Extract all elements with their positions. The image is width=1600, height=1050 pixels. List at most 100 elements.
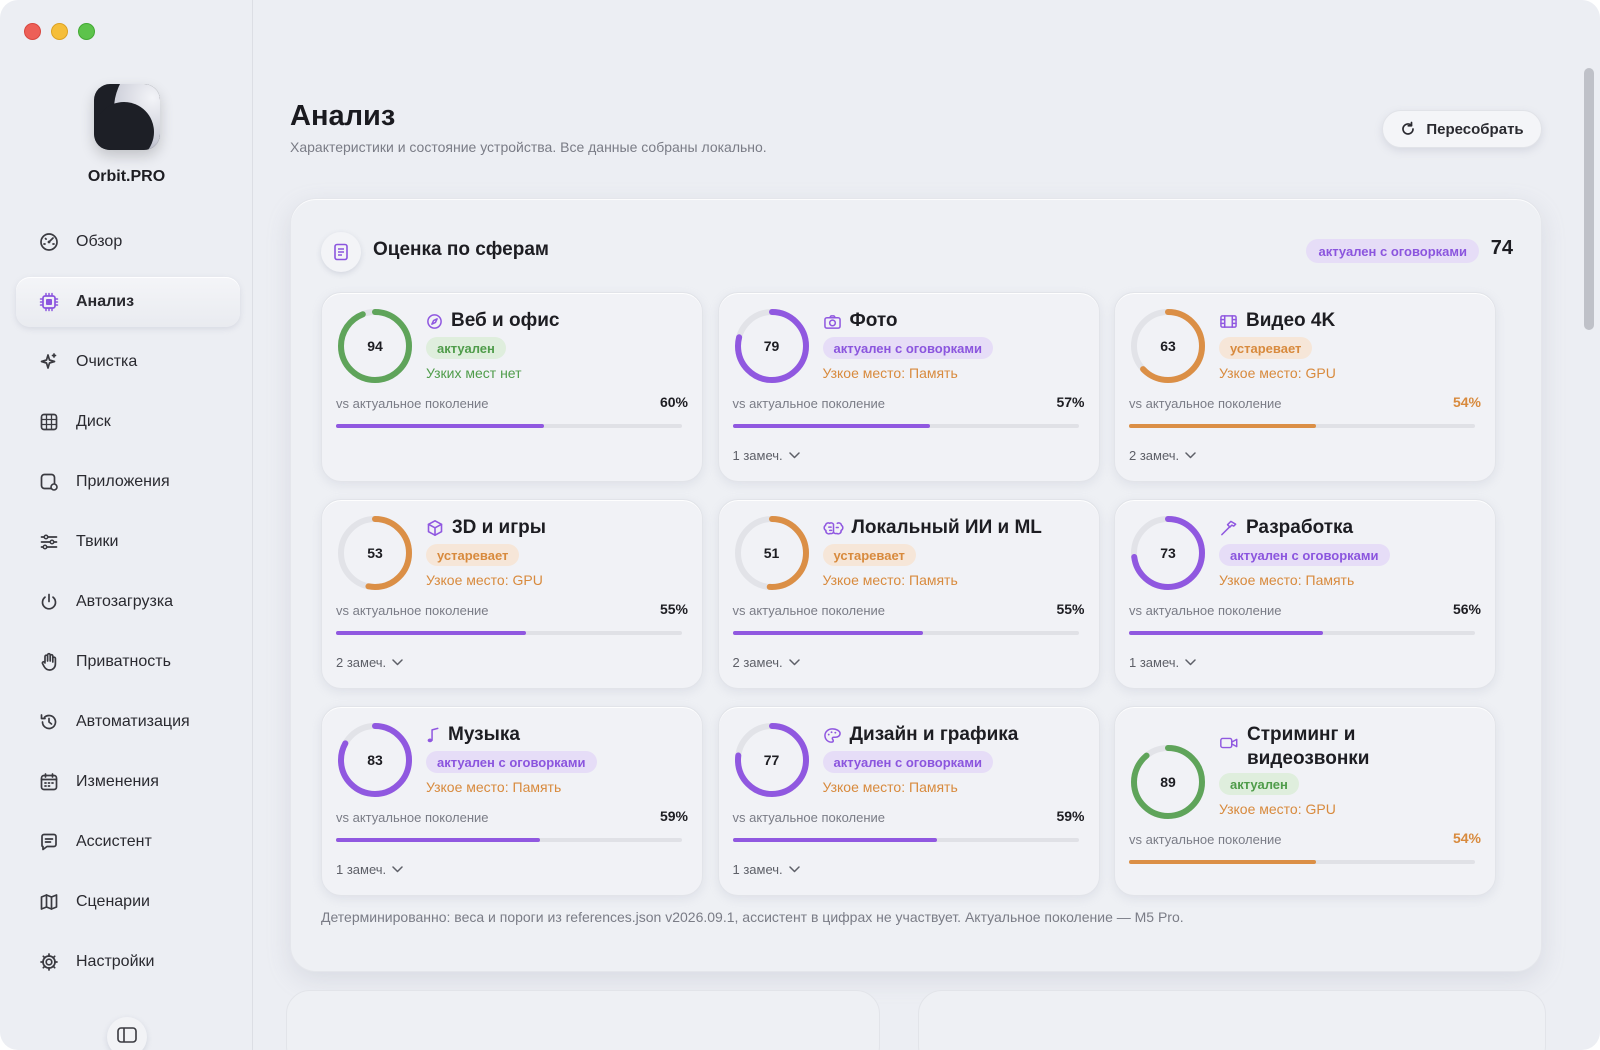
card-header: Музыка bbox=[426, 723, 520, 747]
score-value: 63 bbox=[1160, 338, 1176, 354]
bottleneck-text: Узкое место: GPU bbox=[1219, 801, 1336, 817]
clock-arrow-icon bbox=[38, 711, 60, 733]
card-title: Видео 4K bbox=[1246, 310, 1336, 331]
sidebar-item-label: Автозагрузка bbox=[76, 593, 174, 610]
vs-generation-percent: 55% bbox=[1056, 601, 1085, 617]
sidebar-item-label: Обзор bbox=[76, 233, 123, 250]
sparkles-icon bbox=[38, 351, 60, 373]
page-subtitle: Характеристики и состояние устройства. В… bbox=[290, 139, 767, 155]
chevron-down-icon bbox=[788, 659, 800, 666]
sidebar-item[interactable]: Автоматизация bbox=[16, 697, 240, 747]
notes-toggle[interactable]: 1 замеч. bbox=[733, 862, 800, 877]
score-card[interactable]: 53 3D и игры устаревает Узкое место: GPU vs … bbox=[321, 499, 703, 689]
status-badge: актуален с оговорками bbox=[1219, 544, 1390, 566]
score-card[interactable]: 63 Видео 4K устаревает Узкое место: GPU vs а… bbox=[1114, 292, 1496, 482]
card-title: Разработка bbox=[1246, 517, 1354, 538]
next-section-card bbox=[286, 990, 880, 1050]
progress-bar bbox=[336, 631, 682, 635]
scores-grid: 94 Веб и офис актуален Узких мест нет vs акт… bbox=[321, 292, 1513, 902]
status-badge: актуален с оговорками bbox=[426, 751, 597, 773]
chevron-down-icon bbox=[788, 866, 800, 873]
vs-generation-percent: 56% bbox=[1452, 601, 1481, 617]
film-icon bbox=[1219, 313, 1238, 330]
score-value: 83 bbox=[367, 752, 383, 768]
notes-toggle[interactable]: 2 замеч. bbox=[1129, 448, 1196, 463]
score-value: 94 bbox=[367, 338, 383, 354]
score-card[interactable]: 79 Фото актуален с оговорками Узкое место: … bbox=[717, 292, 1100, 482]
sidebar-item[interactable]: Сценарии bbox=[16, 877, 240, 927]
sidebar-item[interactable]: Твики bbox=[16, 517, 240, 567]
sidebar-toggle-button[interactable] bbox=[107, 1017, 147, 1050]
progress-bar bbox=[732, 424, 1079, 428]
score-value: 51 bbox=[763, 545, 780, 561]
map-icon bbox=[38, 891, 60, 913]
card-title: 3D и игры bbox=[452, 517, 546, 538]
brain-icon bbox=[822, 520, 844, 537]
notes-toggle[interactable]: 1 замеч. bbox=[1129, 655, 1196, 670]
bottleneck-text: Узких мест нет bbox=[426, 365, 522, 381]
card-header: Стриминг и видеозвонки bbox=[1219, 723, 1370, 771]
sidebar-item[interactable]: Очистка bbox=[16, 337, 240, 387]
score-value: 73 bbox=[1160, 545, 1176, 561]
score-value: 79 bbox=[763, 338, 780, 354]
sidebar-item[interactable]: Диск bbox=[16, 397, 240, 447]
status-badge: актуален с оговорками bbox=[822, 337, 994, 359]
score-card[interactable]: 51 Локальный ИИ и ML устаревает Узкое место… bbox=[717, 499, 1100, 689]
vs-generation-percent: 57% bbox=[1056, 394, 1085, 410]
progress-bar-fill bbox=[732, 838, 937, 842]
card-title: Локальный ИИ и ML bbox=[851, 517, 1042, 538]
card-header: 3D и игры bbox=[426, 516, 546, 540]
score-card[interactable]: 83 Музыка актуален с оговорками Узкое место… bbox=[321, 706, 703, 896]
notes-count: 1 замеч. bbox=[1129, 655, 1180, 670]
progress-bar-fill bbox=[1129, 631, 1323, 635]
sidebar-item[interactable]: Настройки bbox=[16, 937, 240, 987]
app-logo bbox=[94, 84, 160, 150]
score-card[interactable]: 73 Разработка актуален с оговорками Узкое м… bbox=[1114, 499, 1496, 689]
card-title-line: видеозвонки bbox=[1247, 748, 1370, 769]
vs-generation-percent: 55% bbox=[659, 601, 688, 617]
app-window: Orbit.PRO Обзор Анализ Очистка Диск Приложен… bbox=[0, 0, 1600, 1050]
hand-icon bbox=[38, 651, 60, 673]
sidebar-item-label: Автоматизация bbox=[76, 713, 190, 730]
chevron-down-icon bbox=[392, 866, 403, 873]
vs-generation-label: vs актуальное поколение bbox=[1129, 603, 1282, 618]
notes-toggle[interactable]: 1 замеч. bbox=[336, 862, 403, 877]
vs-generation-label: vs актуальное поколение bbox=[336, 396, 489, 411]
card-title-line: Стриминг и bbox=[1247, 724, 1356, 745]
notes-count: 1 замеч. bbox=[336, 862, 387, 877]
next-section-card bbox=[918, 990, 1546, 1050]
scrollbar-thumb[interactable] bbox=[1584, 68, 1594, 330]
sidebar-item[interactable]: Ассистент bbox=[16, 817, 240, 867]
palette-icon bbox=[823, 727, 842, 744]
bottleneck-text: Узкое место: GPU bbox=[426, 572, 543, 588]
sidebar-item[interactable]: Анализ bbox=[16, 277, 240, 327]
video-camera-icon bbox=[1219, 735, 1239, 751]
sidebar-item[interactable]: Изменения bbox=[16, 757, 240, 807]
score-card[interactable]: 77 Дизайн и графика актуален с оговорками У… bbox=[717, 706, 1100, 896]
sidebar-item[interactable]: Приватность bbox=[16, 637, 240, 687]
bottleneck-text: Узкое место: Память bbox=[822, 365, 958, 381]
refresh-icon bbox=[1402, 121, 1415, 135]
vs-generation-label: vs актуальное поколение bbox=[1129, 396, 1282, 411]
progress-bar-fill bbox=[336, 631, 527, 635]
notes-toggle[interactable]: 2 замеч. bbox=[336, 655, 403, 670]
gear-icon bbox=[38, 951, 60, 973]
chat-icon bbox=[38, 831, 60, 853]
rebuild-button[interactable]: Пересобрать bbox=[1382, 110, 1542, 148]
camera-icon bbox=[823, 313, 842, 330]
notes-toggle[interactable]: 2 замеч. bbox=[733, 655, 800, 670]
vs-generation-label: vs актуальное поколение bbox=[732, 810, 886, 825]
card-title: Музыка bbox=[448, 724, 520, 745]
sidebar-item[interactable]: Приложения bbox=[16, 457, 240, 507]
notes-toggle[interactable]: 1 замеч. bbox=[733, 448, 800, 463]
rebuild-button-label: Пересобрать bbox=[1426, 120, 1524, 138]
chevron-down-icon bbox=[1185, 659, 1196, 666]
sidebar-item[interactable]: Обзор bbox=[16, 217, 240, 267]
hammer-icon bbox=[1219, 519, 1238, 537]
status-badge: актуален bbox=[426, 337, 506, 359]
card-title: Веб и офис bbox=[451, 310, 560, 331]
progress-bar bbox=[732, 631, 1079, 635]
score-card[interactable]: 94 Веб и офис актуален Узких мест нет vs акт… bbox=[321, 292, 703, 482]
sidebar-item[interactable]: Автозагрузка bbox=[16, 577, 240, 627]
score-card[interactable]: 89 Стриминг и видеозвонки актуален Узкое мес… bbox=[1114, 706, 1496, 896]
